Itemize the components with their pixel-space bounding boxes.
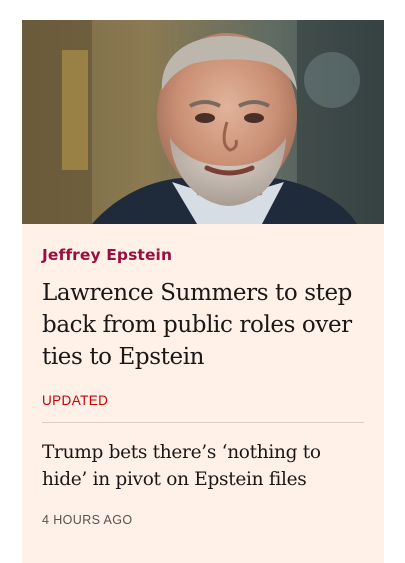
updated-badge: UPDATED [42, 393, 109, 408]
related-article-headline[interactable]: Trump bets there’s ‘nothing to hide’ in … [42, 439, 364, 493]
article-hero-image[interactable] [22, 20, 384, 224]
related-article-timestamp: 4 HOURS AGO [42, 513, 133, 527]
divider [42, 422, 364, 423]
article-headline[interactable]: Lawrence Summers to step back from publi… [42, 277, 364, 373]
portrait-photo [22, 20, 384, 224]
article-card[interactable]: Jeffrey Epstein Lawrence Summers to step… [22, 20, 384, 563]
article-content: Jeffrey Epstein Lawrence Summers to step… [22, 224, 384, 527]
topic-link[interactable]: Jeffrey Epstein [42, 246, 172, 264]
